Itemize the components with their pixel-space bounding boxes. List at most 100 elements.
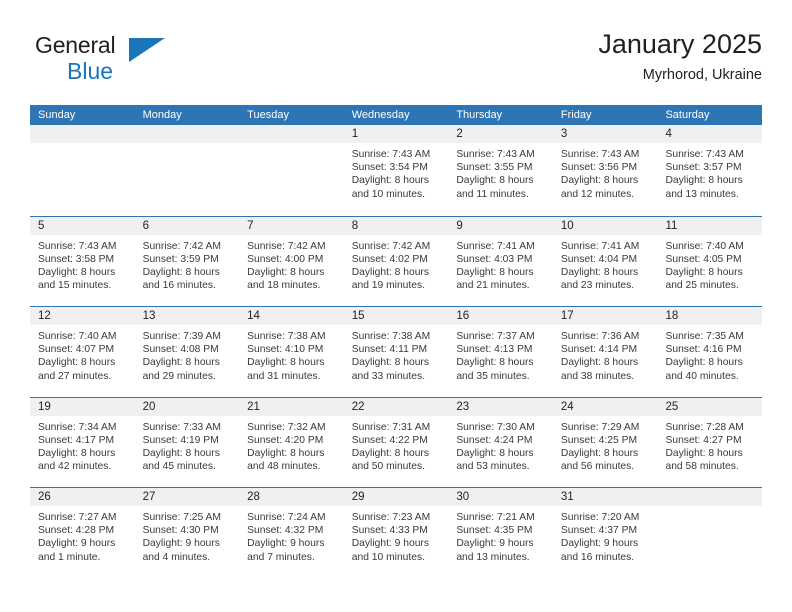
day-cell-12[interactable]: 12 Sunrise: 7:40 AM Sunset: 4:07 PM Dayligh…	[30, 307, 135, 397]
title-block: January 2025 Myrhorod, Ukraine	[598, 28, 762, 85]
day-cell-26[interactable]: 26 Sunrise: 7:27 AM Sunset: 4:28 PM Dayligh…	[30, 488, 135, 578]
day-number: 23	[456, 400, 470, 413]
day-cell-5[interactable]: 5 Sunrise: 7:43 AM Sunset: 3:58 PM Daylight…	[30, 216, 135, 307]
weekday-header-friday: Friday	[560, 109, 592, 121]
day-daylight2-text: and 15 minutes.	[38, 280, 112, 292]
day-sun-info: Sunrise: 7:21 AM Sunset: 4:35 PM Daylight:…	[448, 506, 553, 564]
day-number: 15	[351, 310, 365, 322]
day-daylight1-text: Daylight: 8 hours	[142, 357, 220, 369]
day-sun-info: Sunrise: 7:33 AM Sunset: 4:19 PM Daylight:…	[135, 416, 240, 474]
day-daylight1-text: Daylight: 9 hours	[142, 538, 220, 550]
day-number-band: 23	[448, 397, 553, 416]
day-number-band	[134, 125, 240, 143]
day-cell-31[interactable]: 31 Sunrise: 7:20 AM Sunset: 4:37 PM Dayligh…	[552, 488, 658, 578]
day-daylight1-text: Daylight: 9 hours	[560, 538, 639, 550]
day-daylight2-text: and 25 minutes.	[665, 280, 739, 292]
day-cell-8[interactable]: 8 Sunrise: 7:42 AM Sunset: 4:02 PM Daylight…	[343, 216, 449, 307]
day-daylight2-text: and 35 minutes.	[456, 370, 530, 382]
calendar-week-row: 26 Sunrise: 7:27 AM Sunset: 4:28 PM Dayligh…	[30, 487, 763, 578]
day-number-band: 16	[448, 307, 553, 325]
day-daylight2-text: and 13 minutes.	[456, 551, 530, 563]
day-cell-30[interactable]: 30 Sunrise: 7:21 AM Sunset: 4:35 PM Dayligh…	[448, 488, 553, 578]
day-cell-7[interactable]: 7 Sunrise: 7:42 AM Sunset: 4:00 PM Daylight…	[239, 216, 344, 307]
day-number: 17	[560, 310, 574, 322]
weekday-header-wednesday: Wednesday	[351, 109, 410, 121]
day-cell-3[interactable]: 3 Sunrise: 7:43 AM Sunset: 3:56 PM Daylight…	[552, 125, 658, 216]
day-cell-20[interactable]: 20 Sunrise: 7:33 AM Sunset: 4:19 PM Dayligh…	[134, 397, 240, 488]
day-sunset-text: Sunset: 4:27 PM	[665, 434, 742, 446]
day-cell-11[interactable]: 11 Sunrise: 7:40 AM Sunset: 4:05 PM Dayligh…	[657, 216, 763, 307]
day-cell-10[interactable]: 10 Sunrise: 7:41 AM Sunset: 4:04 PM Dayligh…	[552, 216, 658, 307]
day-sunrise-text: Sunrise: 7:42 AM	[247, 240, 326, 252]
day-daylight1-text: Daylight: 8 hours	[560, 266, 639, 278]
day-sun-info: Sunrise: 7:43 AM Sunset: 3:57 PM Daylight:…	[657, 143, 762, 201]
day-daylight1-text: Daylight: 8 hours	[456, 175, 534, 187]
day-cell-2[interactable]: 2 Sunrise: 7:43 AM Sunset: 3:55 PM Daylight…	[448, 125, 553, 216]
day-sunrise-text: Sunrise: 7:23 AM	[351, 512, 431, 523]
day-sun-info: Sunrise: 7:38 AM Sunset: 4:10 PM Daylight:…	[239, 325, 344, 383]
day-daylight2-text: and 53 minutes.	[456, 461, 530, 473]
day-sunrise-text: Sunrise: 7:25 AM	[142, 512, 221, 523]
day-sunset-text: Sunset: 4:17 PM	[38, 434, 115, 446]
day-cell-22[interactable]: 22 Sunrise: 7:31 AM Sunset: 4:22 PM Dayligh…	[343, 397, 449, 488]
day-sun-info: Sunrise: 7:43 AM Sunset: 3:56 PM Daylight:…	[553, 143, 658, 201]
day-number-band: 22	[343, 397, 449, 416]
day-daylight1-text: Daylight: 8 hours	[247, 447, 325, 459]
day-daylight1-text: Daylight: 8 hours	[665, 357, 743, 369]
day-sun-info: Sunrise: 7:35 AM Sunset: 4:16 PM Daylight:…	[657, 325, 762, 383]
day-sunrise-text: Sunrise: 7:41 AM	[456, 240, 535, 252]
day-sunrise-text: Sunrise: 7:42 AM	[351, 240, 431, 252]
day-sunrise-text: Sunrise: 7:21 AM	[456, 512, 535, 523]
day-cell-25[interactable]: 25 Sunrise: 7:28 AM Sunset: 4:27 PM Dayligh…	[657, 397, 763, 488]
day-sunset-text: Sunset: 4:08 PM	[142, 344, 219, 356]
day-cell-23[interactable]: 23 Sunrise: 7:30 AM Sunset: 4:24 PM Dayligh…	[448, 397, 553, 488]
day-cell-4[interactable]: 4 Sunrise: 7:43 AM Sunset: 3:57 PM Daylight…	[657, 125, 763, 216]
day-cell-15[interactable]: 15 Sunrise: 7:38 AM Sunset: 4:11 PM Dayligh…	[343, 307, 449, 397]
day-cell-19[interactable]: 19 Sunrise: 7:34 AM Sunset: 4:17 PM Dayligh…	[30, 397, 135, 488]
day-cell-empty	[30, 125, 135, 216]
day-cell-17[interactable]: 17 Sunrise: 7:36 AM Sunset: 4:14 PM Dayligh…	[552, 307, 658, 397]
day-number-band: 11	[657, 216, 763, 235]
day-sunrise-text: Sunrise: 7:35 AM	[665, 331, 744, 342]
day-cell-1[interactable]: 1 Sunrise: 7:43 AM Sunset: 3:54 PM Daylight…	[343, 125, 449, 216]
day-daylight1-text: Daylight: 8 hours	[351, 266, 430, 278]
day-cell-29[interactable]: 29 Sunrise: 7:23 AM Sunset: 4:33 PM Dayligh…	[343, 488, 449, 578]
day-daylight2-text: and 29 minutes.	[142, 370, 216, 382]
general-blue-logo[interactable]: General Blue	[35, 34, 235, 88]
day-cell-6[interactable]: 6 Sunrise: 7:42 AM Sunset: 3:59 PM Daylight…	[134, 216, 240, 307]
day-cell-13[interactable]: 13 Sunrise: 7:39 AM Sunset: 4:08 PM Dayligh…	[134, 307, 240, 397]
calendar-page: General Blue January 2025 Myrhorod, Ukra…	[0, 0, 792, 612]
day-sunset-text: Sunset: 3:56 PM	[560, 162, 638, 174]
day-sunrise-text: Sunrise: 7:29 AM	[560, 421, 640, 433]
day-number: 11	[665, 219, 678, 232]
day-number-band: 31	[552, 488, 658, 506]
day-number: 14	[247, 310, 260, 322]
day-cell-21[interactable]: 21 Sunrise: 7:32 AM Sunset: 4:20 PM Dayligh…	[239, 397, 344, 488]
day-number-band: 5	[30, 216, 135, 235]
day-daylight1-text: Daylight: 8 hours	[665, 175, 743, 187]
day-sun-info: Sunrise: 7:42 AM Sunset: 3:59 PM Daylight:…	[135, 235, 240, 293]
day-number: 22	[351, 400, 365, 413]
day-sunset-text: Sunset: 4:10 PM	[247, 344, 324, 356]
day-number-band: 15	[343, 307, 449, 325]
day-daylight1-text: Daylight: 8 hours	[665, 447, 743, 459]
day-daylight2-text: and 11 minutes.	[456, 188, 529, 200]
day-number-band: 9	[448, 216, 553, 235]
day-cell-24[interactable]: 24 Sunrise: 7:29 AM Sunset: 4:25 PM Dayligh…	[552, 397, 658, 488]
day-cell-18[interactable]: 18 Sunrise: 7:35 AM Sunset: 4:16 PM Dayligh…	[657, 307, 763, 397]
day-daylight1-text: Daylight: 8 hours	[665, 266, 743, 278]
day-sunrise-text: Sunrise: 7:38 AM	[351, 331, 431, 342]
day-sunset-text: Sunset: 4:25 PM	[560, 434, 638, 446]
day-daylight2-text: and 1 minute.	[38, 551, 101, 563]
day-number-band: 20	[134, 397, 240, 416]
day-daylight2-text: and 45 minutes.	[142, 461, 216, 473]
day-sun-info: Sunrise: 7:23 AM Sunset: 4:33 PM Daylight:…	[344, 506, 449, 564]
location-subtitle: Myrhorod, Ukraine	[642, 67, 762, 83]
day-cell-14[interactable]: 14 Sunrise: 7:38 AM Sunset: 4:10 PM Dayligh…	[239, 307, 344, 397]
day-sun-info: Sunrise: 7:28 AM Sunset: 4:27 PM Daylight:…	[657, 416, 762, 474]
day-cell-28[interactable]: 28 Sunrise: 7:24 AM Sunset: 4:32 PM Dayligh…	[239, 488, 344, 578]
day-cell-27[interactable]: 27 Sunrise: 7:25 AM Sunset: 4:30 PM Dayligh…	[134, 488, 240, 578]
day-cell-9[interactable]: 9 Sunrise: 7:41 AM Sunset: 4:03 PM Daylight…	[448, 216, 553, 307]
day-cell-16[interactable]: 16 Sunrise: 7:37 AM Sunset: 4:13 PM Dayligh…	[448, 307, 553, 397]
day-number-band: 8	[343, 216, 449, 235]
